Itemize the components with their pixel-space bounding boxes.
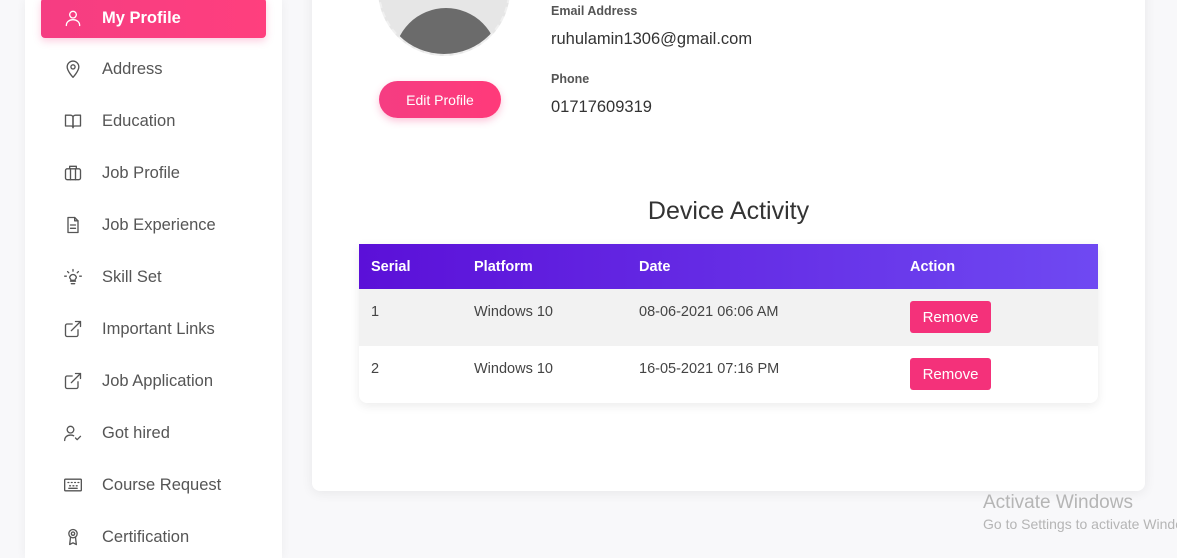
sidebar-item-label: Job Profile bbox=[102, 163, 180, 182]
cell-date: 16-05-2021 07:16 PM bbox=[639, 361, 780, 377]
profile-card: Edit Profile Email Address ruhulamin1306… bbox=[312, 0, 1145, 491]
column-header-date: Date bbox=[639, 258, 671, 275]
remove-button[interactable]: Remove bbox=[910, 358, 991, 390]
briefcase-icon bbox=[62, 162, 84, 184]
sidebar-item-education[interactable]: Education bbox=[41, 101, 266, 141]
external-link-icon bbox=[62, 318, 84, 340]
sidebar: My Profile Address Education Job Profile… bbox=[25, 0, 282, 558]
sidebar-item-my-profile[interactable]: My Profile bbox=[41, 0, 266, 38]
sidebar-item-job-experience[interactable]: Job Experience bbox=[41, 205, 266, 245]
remove-button[interactable]: Remove bbox=[910, 301, 991, 333]
sidebar-item-label: Job Application bbox=[102, 371, 213, 390]
avatar-silhouette bbox=[394, 8, 498, 54]
sidebar-item-label: Education bbox=[102, 111, 176, 130]
sidebar-item-job-profile[interactable]: Job Profile bbox=[41, 153, 266, 193]
email-value: ruhulamin1306@gmail.com bbox=[551, 30, 753, 48]
sidebar-item-important-links[interactable]: Important Links bbox=[41, 309, 266, 349]
cell-serial: 2 bbox=[371, 361, 380, 377]
cell-platform: Windows 10 bbox=[474, 361, 553, 377]
sidebar-item-got-hired[interactable]: Got hired bbox=[41, 413, 266, 453]
column-header-action: Action bbox=[910, 258, 956, 275]
device-activity-title: Device Activity bbox=[647, 197, 810, 225]
activate-windows-subtitle: Go to Settings to activate Windows. bbox=[983, 516, 1177, 532]
sidebar-item-label: Skill Set bbox=[102, 267, 162, 286]
sidebar-item-label: Got hired bbox=[102, 423, 170, 442]
device-activity-table: Serial Platform Date Action 1 Windows 10… bbox=[359, 244, 1098, 403]
cell-platform: Windows 10 bbox=[474, 304, 553, 320]
document-icon bbox=[62, 214, 84, 236]
table-row: 1 Windows 10 08-06-2021 06:06 AM Remove bbox=[359, 289, 1098, 346]
external-link-icon bbox=[62, 370, 84, 392]
location-pin-icon bbox=[62, 58, 84, 80]
avatar-placeholder bbox=[378, 0, 510, 56]
cell-date: 08-06-2021 06:06 AM bbox=[639, 304, 779, 320]
sidebar-item-label: Address bbox=[102, 59, 163, 78]
column-header-platform: Platform bbox=[474, 258, 533, 275]
sidebar-item-label: My Profile bbox=[102, 8, 181, 27]
sidebar-item-address[interactable]: Address bbox=[41, 49, 266, 89]
lightbulb-icon bbox=[62, 266, 84, 288]
column-header-serial: Serial bbox=[371, 258, 411, 275]
sidebar-item-course-request[interactable]: Course Request bbox=[41, 465, 266, 505]
activate-windows-title: Activate Windows bbox=[983, 492, 1133, 513]
book-icon bbox=[62, 110, 84, 132]
user-check-icon bbox=[62, 422, 84, 444]
table-header: Serial Platform Date Action bbox=[359, 244, 1098, 289]
sidebar-item-label: Important Links bbox=[102, 319, 215, 338]
sidebar-item-label: Job Experience bbox=[102, 215, 216, 234]
user-icon bbox=[62, 7, 84, 29]
cell-serial: 1 bbox=[371, 304, 380, 320]
sidebar-item-skill-set[interactable]: Skill Set bbox=[41, 257, 266, 297]
phone-value: 01717609319 bbox=[551, 98, 652, 116]
sidebar-item-job-application[interactable]: Job Application bbox=[41, 361, 266, 401]
sidebar-item-label: Course Request bbox=[102, 475, 222, 494]
award-icon bbox=[62, 526, 84, 548]
keyboard-icon bbox=[62, 474, 84, 496]
phone-label: Phone bbox=[551, 72, 590, 86]
table-row: 2 Windows 10 16-05-2021 07:16 PM Remove bbox=[359, 346, 1098, 403]
sidebar-item-label: Certification bbox=[102, 527, 190, 546]
edit-profile-button[interactable]: Edit Profile bbox=[379, 81, 501, 118]
avatar bbox=[378, 0, 510, 56]
sidebar-item-certification[interactable]: Certification bbox=[41, 517, 266, 557]
email-label: Email Address bbox=[551, 4, 638, 18]
